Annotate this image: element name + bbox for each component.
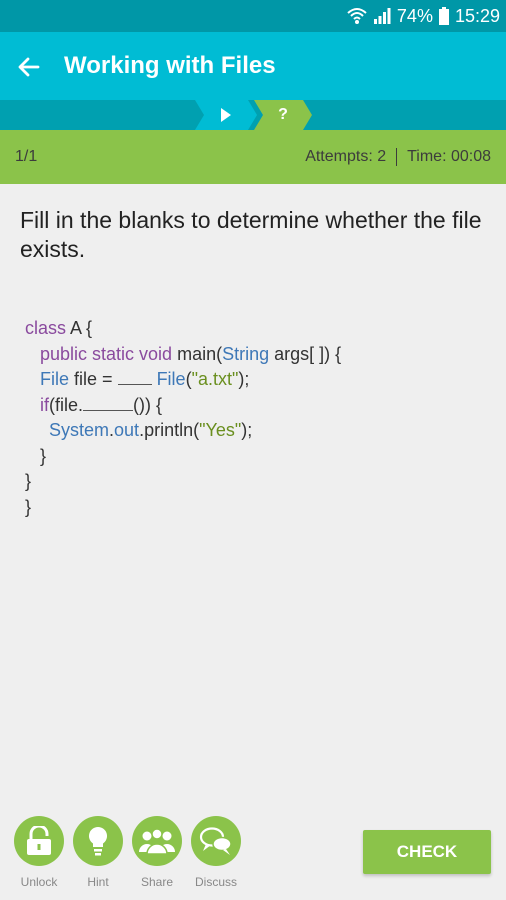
code-line: if(file.()) {	[40, 394, 163, 415]
code-line: }	[25, 471, 32, 491]
back-arrow-icon	[18, 57, 40, 77]
divider	[396, 148, 398, 166]
app-bar: Working with Files	[0, 32, 506, 100]
share-button[interactable]: Share	[131, 816, 183, 889]
discuss-label: Discuss	[194, 875, 237, 889]
unlock-button[interactable]: Unlock	[13, 816, 65, 889]
clock: 15:29	[454, 5, 500, 26]
discuss-button[interactable]: Discuss	[190, 816, 242, 889]
quiz-info-bar: 1/1 Attempts: 2 Time: 00:08	[0, 130, 506, 184]
signal-icon	[373, 8, 391, 24]
page-title: Working with Files	[64, 52, 276, 79]
code-line: public static void main(String args[ ]) …	[40, 343, 342, 364]
question-text: Fill in the blanks to determine whether …	[20, 207, 482, 262]
code-snippet: class A { public static void main(String …	[25, 316, 341, 520]
discuss-circle	[191, 816, 241, 866]
code-line: class A {	[25, 318, 93, 338]
share-label: Share	[140, 875, 174, 889]
step-quiz-label: ?	[278, 106, 288, 123]
code-line: }	[40, 445, 47, 466]
lightbulb-icon	[88, 826, 108, 856]
people-icon	[139, 828, 175, 854]
lesson-progress: ?	[0, 100, 506, 130]
blank-field-1[interactable]	[117, 368, 152, 385]
hint-circle	[73, 816, 123, 866]
check-button[interactable]: CHECK	[363, 830, 491, 874]
unlock-label: Unlock	[20, 875, 58, 889]
share-circle	[132, 816, 182, 866]
hint-button[interactable]: Hint	[72, 816, 124, 889]
hint-label: Hint	[87, 875, 109, 889]
elapsed-time: Time: 00:08	[407, 148, 491, 165]
battery-percent: 74%	[396, 5, 433, 26]
wifi-icon	[347, 7, 367, 25]
battery-icon	[438, 7, 449, 25]
step-lesson[interactable]	[195, 100, 257, 130]
back-button[interactable]	[12, 50, 46, 84]
attempts-count: Attempts: 2	[305, 148, 387, 165]
code-line: File file = File("a.txt");	[40, 368, 250, 389]
code-line: }	[25, 496, 32, 517]
status-bar: 74% 15:29	[0, 0, 506, 32]
chat-bubbles-icon	[199, 827, 232, 855]
blank-field-2[interactable]	[83, 394, 134, 411]
code-line: System.out.println("Yes");	[49, 420, 253, 440]
question-counter: 1/1	[15, 148, 38, 165]
play-icon	[221, 108, 231, 122]
step-quiz[interactable]: ?	[254, 100, 312, 130]
unlock-circle	[14, 816, 64, 866]
lock-icon	[27, 826, 51, 855]
